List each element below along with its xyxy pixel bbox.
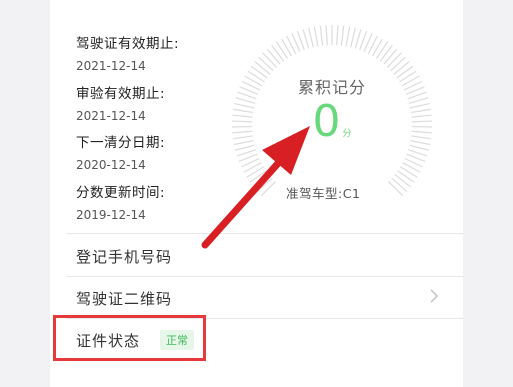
annotation-arrow-icon [201, 126, 310, 249]
